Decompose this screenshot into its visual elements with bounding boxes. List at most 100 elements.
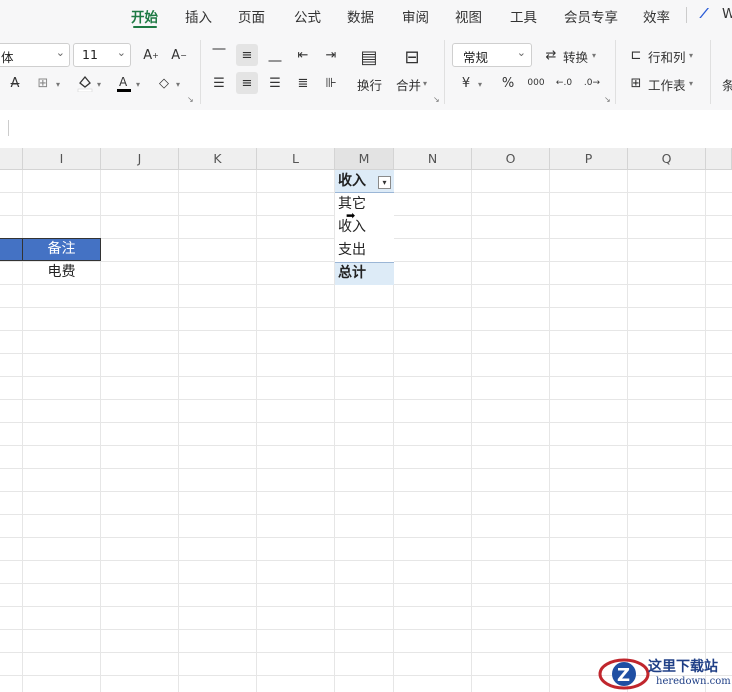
gridline — [178, 170, 179, 692]
number-format-dropdown[interactable]: 常规 ⌄ — [452, 43, 532, 67]
condition-button[interactable]: 条 — [722, 75, 732, 94]
row-column-icon[interactable]: ⊏ — [625, 44, 647, 66]
tab-data[interactable]: 数据 — [347, 6, 374, 26]
percent-icon[interactable]: % — [497, 72, 519, 94]
column-header-h[interactable] — [0, 148, 23, 169]
align-left-icon[interactable]: ☰ — [208, 72, 230, 94]
align-middle-icon[interactable]: ≡ — [236, 44, 258, 66]
font-size-dropdown[interactable]: 11 ⌄ — [73, 43, 131, 67]
tab-tools[interactable]: 工具 — [510, 6, 537, 26]
chevron-down-icon[interactable]: ▾ — [689, 51, 693, 60]
pivot-field-label: 收入 — [338, 173, 366, 189]
align-center-icon[interactable]: ≡ — [236, 72, 258, 94]
convert-button[interactable]: 转换 — [563, 47, 588, 66]
worksheet-icon[interactable]: ⊞ — [625, 72, 647, 94]
decrease-font-icon[interactable]: A − — [168, 44, 190, 66]
font-color-icon[interactable]: A — [113, 72, 135, 94]
thousands-separator-icon[interactable]: 000 — [525, 72, 547, 94]
font-name-value: 体 — [1, 50, 14, 65]
align-right-icon[interactable]: ☰ — [264, 72, 286, 94]
dialog-launcher-icon[interactable]: ↘ — [604, 95, 611, 104]
number-format-value: 常规 — [463, 50, 489, 65]
justify-icon[interactable]: ≣ — [292, 72, 314, 94]
decrease-decimal-icon[interactable]: .0→ — [581, 72, 603, 94]
increase-font-icon[interactable]: A + — [140, 44, 162, 66]
svg-text:Z: Z — [617, 665, 630, 686]
merge-cells-icon[interactable]: ⊟ — [400, 44, 424, 70]
header-cell-remark[interactable]: 备注 — [22, 238, 101, 261]
chevron-down-icon[interactable]: ▾ — [136, 80, 140, 89]
chevron-down-icon: ⌄ — [116, 46, 126, 59]
chevron-down-icon[interactable]: ▾ — [478, 80, 482, 89]
formula-input[interactable] — [12, 116, 728, 140]
column-header[interactable]: P — [550, 148, 628, 169]
tab-review[interactable]: 审阅 — [402, 6, 429, 26]
tab-member[interactable]: 会员专享 — [564, 6, 618, 26]
convert-icon[interactable]: ⇄ — [540, 44, 562, 66]
align-bottom-icon[interactable]: ⎽ — [264, 44, 286, 66]
chevron-down-icon[interactable]: ▾ — [689, 79, 693, 88]
tab-page[interactable]: 页面 — [238, 6, 265, 26]
increase-indent-icon[interactable]: ⇥ — [320, 44, 342, 66]
column-header[interactable]: J — [101, 148, 179, 169]
dialog-launcher-icon[interactable]: ↘ — [187, 95, 194, 104]
column-header-r[interactable] — [706, 148, 732, 169]
worksheet-button[interactable]: 工作表 — [648, 75, 686, 94]
chevron-down-icon[interactable]: ▾ — [56, 80, 60, 89]
chevron-down-icon[interactable]: ▾ — [97, 80, 101, 89]
group-divider — [710, 40, 711, 104]
gridline — [627, 170, 628, 692]
column-header[interactable]: O — [472, 148, 550, 169]
chevron-down-icon: ⌄ — [55, 46, 65, 59]
wrap-text-button[interactable]: 换行 — [357, 75, 382, 94]
column-header[interactable]: I — [23, 148, 101, 169]
column-header[interactable]: Q — [628, 148, 706, 169]
filter-dropdown-icon[interactable]: ▾ — [378, 176, 391, 189]
chevron-down-icon[interactable]: ▾ — [423, 79, 427, 88]
merge-button[interactable]: 合并 — [396, 75, 421, 94]
ribbon-toolbar: 体 ⌄ 11 ⌄ A + A − A ⊞ ▾ ▾ A ▾ ◇ ▾ ↘ ⎺ ≡ ⎽ ⇤… — [0, 32, 732, 111]
fill-color-icon[interactable] — [74, 72, 96, 94]
tab-efficiency[interactable]: 效率 — [643, 6, 670, 26]
pivot-row-item[interactable]: 收入 — [335, 216, 394, 239]
sheet-grid[interactable]: 备注 电费 收入 ▾ 其它 收入 ➡ 支出 总计 — [0, 170, 732, 692]
formula-bar — [0, 110, 732, 149]
wps-ai-label[interactable]: W — [722, 6, 732, 22]
currency-icon[interactable]: ¥ — [455, 72, 477, 94]
column-header[interactable]: N — [394, 148, 472, 169]
svg-text:A: A — [119, 75, 128, 89]
gridline — [471, 170, 472, 692]
distributed-align-icon[interactable]: ⊪ — [320, 72, 342, 94]
gridline — [705, 170, 706, 692]
chevron-down-icon[interactable]: ▾ — [592, 51, 596, 60]
menu-bar: 开始 插入 页面 公式 数据 审阅 视图 工具 会员专享 效率 ⁄ W — [0, 0, 732, 32]
eraser-icon[interactable]: ◇ — [153, 72, 175, 94]
column-header[interactable]: L — [257, 148, 335, 169]
tab-view[interactable]: 视图 — [455, 6, 482, 26]
row-column-button[interactable]: 行和列 — [648, 47, 686, 66]
column-header[interactable]: K — [179, 148, 257, 169]
decrease-indent-icon[interactable]: ⇤ — [292, 44, 314, 66]
wps-ai-icon[interactable]: ⁄ — [703, 6, 705, 22]
group-divider — [444, 40, 445, 104]
pivot-row-item[interactable]: 支出 — [335, 239, 394, 262]
pivot-total-row[interactable]: 总计 — [335, 262, 394, 285]
tab-insert[interactable]: 插入 — [185, 6, 212, 26]
increase-decimal-icon[interactable]: ←.0 — [553, 72, 575, 94]
pivot-row-item[interactable]: 其它 — [335, 193, 394, 216]
strikethrough-icon[interactable]: A — [4, 72, 26, 94]
header-cell-h[interactable] — [0, 238, 23, 261]
wrap-text-icon[interactable]: ▤ — [357, 44, 381, 70]
font-name-dropdown[interactable]: 体 ⌄ — [0, 43, 70, 67]
gridline — [256, 170, 257, 692]
dialog-launcher-icon[interactable]: ↘ — [433, 95, 440, 104]
tab-formula[interactable]: 公式 — [294, 6, 321, 26]
chevron-down-icon: ⌄ — [516, 46, 526, 59]
align-top-icon[interactable]: ⎺ — [208, 44, 230, 66]
column-header[interactable]: M — [335, 148, 394, 169]
border-icon[interactable]: ⊞ — [32, 72, 54, 94]
tab-home[interactable]: 开始 — [131, 6, 158, 26]
data-cell-electricity[interactable]: 电费 — [22, 261, 101, 283]
column-header-row: I J K L M N O P Q — [0, 148, 732, 170]
chevron-down-icon[interactable]: ▾ — [176, 80, 180, 89]
